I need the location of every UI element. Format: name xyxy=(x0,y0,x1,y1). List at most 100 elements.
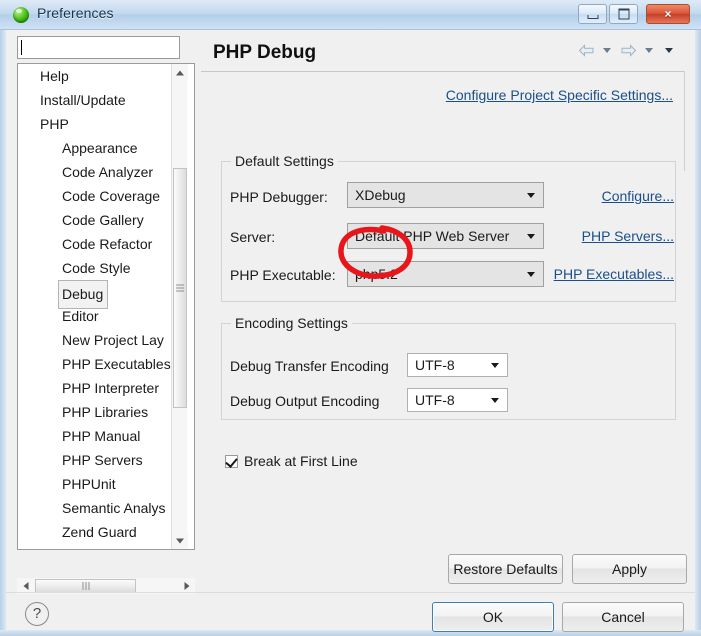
check-icon xyxy=(225,455,238,468)
sidebar-item-label: PHPUnit xyxy=(62,476,116,492)
grip-icon xyxy=(82,582,89,590)
restore-button[interactable] xyxy=(609,4,638,24)
apply-button[interactable]: Apply xyxy=(572,554,687,584)
sidebar-item-remote-systems[interactable]: Remote Systems xyxy=(18,544,194,549)
server-label: Server: xyxy=(230,229,276,245)
sidebar-item-php-servers[interactable]: PHP Servers xyxy=(18,448,194,472)
sidebar-item-php-manual[interactable]: PHP Manual xyxy=(18,424,194,448)
text-caret xyxy=(21,40,22,55)
forward-arrow-icon[interactable] xyxy=(620,44,637,57)
restore-defaults-button[interactable]: Restore Defaults xyxy=(448,554,563,584)
triangle-right-icon xyxy=(184,582,189,590)
sidebar-item-editor[interactable]: Editor xyxy=(18,304,194,328)
preferences-window: Preferences × Help Install/Update PHP Appea… xyxy=(0,0,701,636)
sidebar-item-semantic-analys[interactable]: Semantic Analys xyxy=(18,496,194,520)
scroll-up-button[interactable] xyxy=(172,64,188,81)
sidebar-item-install-update[interactable]: Install/Update xyxy=(18,88,194,112)
chevron-down-icon xyxy=(527,234,535,239)
sidebar-item-appearance[interactable]: Appearance xyxy=(18,136,194,160)
server-dropdown[interactable]: Default PHP Web Server xyxy=(347,223,544,249)
title-bar[interactable]: Preferences × xyxy=(0,0,701,30)
ok-button[interactable]: OK xyxy=(432,602,554,632)
restore-icon xyxy=(618,8,629,20)
help-button[interactable]: ? xyxy=(25,602,49,626)
triangle-up-icon xyxy=(176,70,184,75)
group-title-encoding-settings: Encoding Settings xyxy=(231,315,352,331)
sidebar-item-code-gallery[interactable]: Code Gallery xyxy=(18,208,194,232)
sidebar-item-label: Code Gallery xyxy=(62,212,144,228)
sidebar-item-help[interactable]: Help xyxy=(18,64,194,88)
triangle-left-icon xyxy=(23,582,28,590)
sidebar-item-php-libraries[interactable]: PHP Libraries xyxy=(18,400,194,424)
cancel-button[interactable]: Cancel xyxy=(562,602,684,632)
configure-project-settings-link[interactable]: Configure Project Specific Settings... xyxy=(446,87,673,103)
dialog-body: Help Install/Update PHP Appearance Code Anal… xyxy=(6,30,695,632)
php-executable-dropdown[interactable]: php5.2 xyxy=(347,261,544,287)
sidebar-item-label: Code Coverage xyxy=(62,188,161,204)
sidebar-item-php-interpreter[interactable]: PHP Interpreter xyxy=(18,376,194,400)
sidebar-item-label: PHP Servers xyxy=(62,452,143,468)
php-servers-link[interactable]: PHP Servers... xyxy=(582,228,674,244)
back-arrow-icon[interactable] xyxy=(578,44,595,57)
window-title: Preferences xyxy=(37,5,114,21)
grip-icon xyxy=(176,284,184,292)
back-dropdown-icon[interactable] xyxy=(602,48,611,54)
sidebar-item-php[interactable]: PHP xyxy=(18,112,194,136)
chevron-down-icon xyxy=(491,363,499,368)
window-border-right xyxy=(695,0,701,636)
sidebar-item-label: Code Refactor xyxy=(62,236,153,252)
debug-transfer-encoding-label: Debug Transfer Encoding xyxy=(230,358,389,374)
page-title: PHP Debug xyxy=(213,42,317,63)
green-sphere-icon xyxy=(13,7,29,23)
sidebar-item-label: Editor xyxy=(62,308,99,324)
search-input[interactable] xyxy=(17,36,180,59)
sidebar-item-label: Code Analyzer xyxy=(62,164,154,180)
debug-transfer-encoding-dropdown[interactable]: UTF-8 xyxy=(407,353,508,377)
checkbox-box xyxy=(225,455,238,468)
chevron-down-icon xyxy=(527,193,535,198)
chevron-down-icon xyxy=(527,272,535,277)
sidebar-item-code-analyzer[interactable]: Code Analyzer xyxy=(18,160,194,184)
scroll-thumb-vertical[interactable] xyxy=(173,168,187,408)
title-separator xyxy=(201,71,685,72)
debug-output-encoding-dropdown[interactable]: UTF-8 xyxy=(407,388,508,412)
chevron-down-icon xyxy=(491,398,499,403)
sidebar-item-code-coverage[interactable]: Code Coverage xyxy=(18,184,194,208)
sidebar-item-label: Remote Systems xyxy=(40,544,147,549)
sidebar-item-label: Semantic Analys xyxy=(62,500,166,516)
chevron-down-icon[interactable] xyxy=(665,48,673,54)
sidebar-item-label: Help xyxy=(40,68,69,84)
sidebar-item-label: PHP Interpreter xyxy=(62,380,160,396)
sidebar-item-label: PHP xyxy=(40,116,69,132)
scroll-down-button[interactable] xyxy=(172,532,188,549)
navigation-controls xyxy=(578,42,673,60)
tree-vertical-scrollbar[interactable] xyxy=(171,64,188,549)
server-value: Default PHP Web Server xyxy=(355,228,510,244)
preferences-tree[interactable]: Help Install/Update PHP Appearance Code Anal… xyxy=(17,63,195,550)
php-executable-value: php5.2 xyxy=(355,266,398,282)
sidebar-item-label: PHP Manual xyxy=(62,428,141,444)
sidebar-item-label: Install/Update xyxy=(40,92,126,108)
sidebar-item-zend-guard[interactable]: Zend Guard xyxy=(18,520,194,544)
configure-link[interactable]: Configure... xyxy=(602,188,674,204)
php-executable-label: PHP Executable: xyxy=(230,267,336,283)
php-debugger-label: PHP Debugger: xyxy=(230,189,328,205)
minimize-icon xyxy=(587,15,598,19)
sidebar-item-new-project-lay[interactable]: New Project Lay xyxy=(18,328,194,352)
triangle-down-icon xyxy=(176,538,184,543)
sidebar-item-label: Code Style xyxy=(62,260,131,276)
sidebar-item-debug[interactable]: Debug xyxy=(18,280,194,309)
scroll-thumb-horizontal[interactable] xyxy=(35,579,136,593)
sidebar-item-label: Appearance xyxy=(62,140,138,156)
php-executables-link[interactable]: PHP Executables... xyxy=(554,266,674,282)
sidebar-item-code-style[interactable]: Code Style xyxy=(18,256,194,280)
sidebar-item-phpunit[interactable]: PHPUnit xyxy=(18,472,194,496)
close-icon: × xyxy=(664,7,672,21)
close-button[interactable]: × xyxy=(646,4,690,24)
sidebar-item-code-refactor[interactable]: Code Refactor xyxy=(18,232,194,256)
minimize-button[interactable] xyxy=(578,4,607,24)
footer-separator xyxy=(6,592,695,593)
php-debugger-dropdown[interactable]: XDebug xyxy=(347,182,544,208)
forward-dropdown-icon[interactable] xyxy=(644,48,653,54)
sidebar-item-php-executables[interactable]: PHP Executables xyxy=(18,352,194,376)
